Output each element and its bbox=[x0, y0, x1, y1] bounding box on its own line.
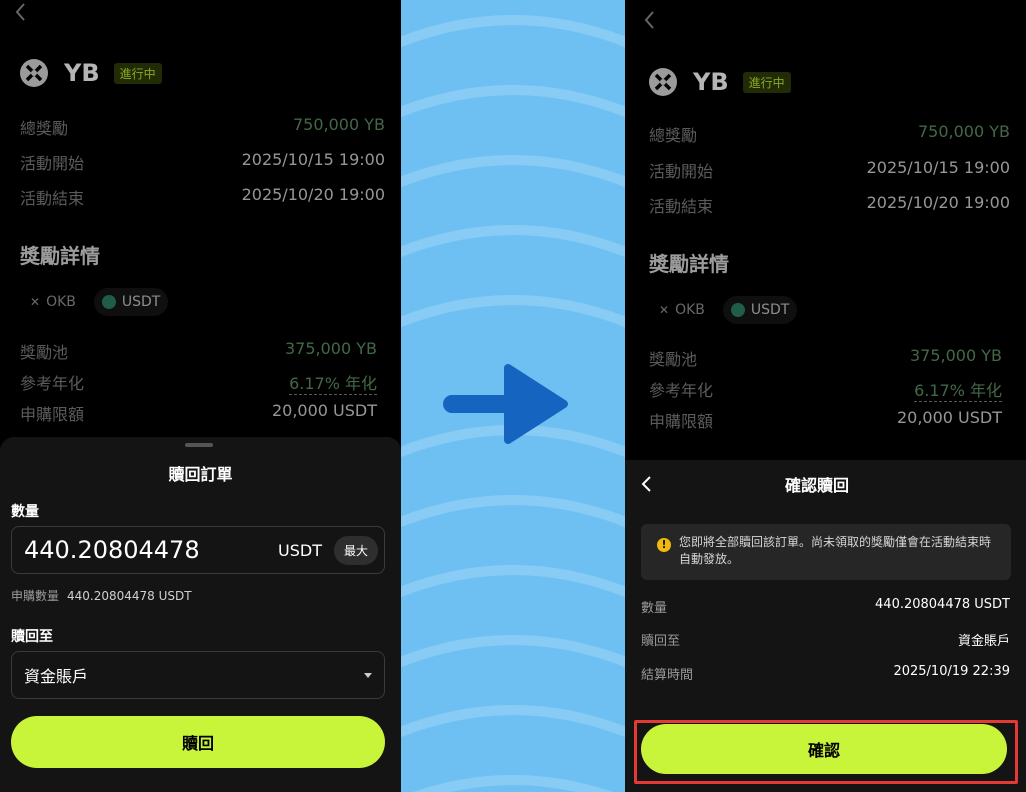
reward-chips: ✕ OKB USDT bbox=[22, 288, 169, 316]
info-label: 獎勵池 bbox=[20, 343, 69, 362]
info-value: 750,000 YB bbox=[918, 122, 1010, 141]
notice-text: 您即將全部贖回該訂單。尚未領取的獎勵僅會在活動結束時自動發放。 bbox=[679, 535, 992, 566]
redeem-order-sheet: 贖回訂單 數量 440.20804478 USDT 最大 申購數量 440.208… bbox=[0, 437, 401, 792]
sheet-title: 贖回訂單 bbox=[168, 465, 233, 484]
info-label: 活動結束 bbox=[20, 189, 85, 208]
subscribed-label: 申購數量 bbox=[11, 589, 60, 603]
info-row-pool: 獎勵池 375,000 YB bbox=[649, 346, 1002, 370]
info-label: 參考年化 bbox=[20, 374, 85, 393]
subscribed-value: 440.20804478 USDT bbox=[67, 589, 192, 603]
info-value: 2025/10/20 19:00 bbox=[866, 193, 1010, 212]
confirm-redeem-sheet: 確認贖回 ! 您即將全部贖回該訂單。尚未領取的獎勵僅會在活動結束時自動發放。 數… bbox=[625, 460, 1026, 792]
info-row-apy: 參考年化 6.17% 年化 bbox=[649, 377, 1002, 402]
redeem-to-label: 贖回至 bbox=[11, 629, 53, 645]
info-label: 獎勵池 bbox=[649, 350, 698, 369]
usdt-icon bbox=[101, 295, 116, 309]
info-row-limit: 申購限額 20,000 USDT bbox=[20, 401, 377, 425]
usdt-icon bbox=[730, 303, 745, 317]
chip-label: USDT bbox=[121, 294, 161, 310]
info-value: 750,000 YB bbox=[293, 115, 385, 134]
amount-unit: USDT bbox=[278, 540, 322, 560]
confirm-value: 440.20804478 USDT bbox=[875, 597, 1010, 612]
info-row-limit: 申購限額 20,000 USDT bbox=[649, 408, 1002, 432]
info-row-apy: 參考年化 6.17% 年化 bbox=[20, 370, 377, 395]
info-value: 375,000 YB bbox=[910, 346, 1002, 365]
warning-notice: ! 您即將全部贖回該訂單。尚未領取的獎勵僅會在活動結束時自動發放。 bbox=[641, 524, 1011, 580]
status-badge: 進行中 bbox=[742, 71, 791, 93]
confirm-row-redeem-to: 贖回至 資金賬戶 bbox=[641, 630, 1010, 649]
token-name: YB bbox=[693, 68, 729, 96]
confirm-value: 2025/10/19 22:39 bbox=[893, 664, 1010, 679]
back-icon[interactable] bbox=[14, 2, 32, 26]
info-label: 申購限額 bbox=[20, 405, 85, 424]
info-value: 375,000 YB bbox=[285, 339, 377, 358]
info-value: 6.17% 年化 bbox=[289, 370, 377, 395]
token-header: YB 進行中 bbox=[20, 59, 162, 87]
confirm-value: 資金賬戶 bbox=[957, 634, 1010, 649]
redeem-button[interactable]: 贖回 bbox=[11, 716, 385, 768]
amount-label: 數量 bbox=[11, 504, 39, 520]
section-title-rewards: 獎勵詳情 bbox=[649, 252, 729, 276]
reward-chips: ✕ OKB USDT bbox=[651, 296, 798, 324]
confirm-row-settlement: 結算時間 2025/10/19 22:39 bbox=[641, 664, 1010, 683]
left-screen: YB 進行中 總獎勵 750,000 YB 活動開始 2025/10/15 19… bbox=[0, 0, 401, 792]
confirm-label: 數量 bbox=[641, 601, 668, 616]
chip-usdt[interactable]: USDT bbox=[722, 296, 798, 324]
sheet-drag-handle[interactable] bbox=[185, 443, 213, 447]
confirm-row-amount: 數量 440.20804478 USDT bbox=[641, 597, 1010, 616]
info-label: 參考年化 bbox=[649, 381, 714, 400]
info-value: 20,000 USDT bbox=[271, 401, 377, 420]
highlight-frame bbox=[634, 720, 1018, 784]
chevron-left-icon[interactable] bbox=[639, 474, 653, 494]
okb-icon: ✕ bbox=[30, 295, 41, 309]
yb-logo-icon bbox=[20, 59, 48, 87]
back-icon[interactable] bbox=[643, 10, 661, 34]
chip-label: OKB bbox=[675, 302, 705, 318]
amount-input[interactable]: 440.20804478 USDT 最大 bbox=[11, 526, 385, 574]
info-label: 活動開始 bbox=[20, 154, 85, 173]
confirm-label: 贖回至 bbox=[641, 634, 681, 649]
arrow-right-icon bbox=[443, 364, 568, 444]
sheet-title: 確認贖回 bbox=[785, 476, 850, 495]
info-row-pool: 獎勵池 375,000 YB bbox=[20, 339, 377, 363]
subscribed-amount: 申購數量 440.20804478 USDT bbox=[11, 587, 192, 604]
info-row-end: 活動結束 2025/10/20 19:00 bbox=[20, 185, 385, 209]
okb-icon: ✕ bbox=[659, 303, 670, 317]
info-value: 2025/10/15 19:00 bbox=[866, 158, 1010, 177]
redeem-to-value: 資金賬戶 bbox=[24, 667, 89, 686]
warning-icon: ! bbox=[657, 538, 671, 552]
status-badge: 進行中 bbox=[113, 62, 162, 84]
chip-label: USDT bbox=[750, 302, 790, 318]
info-label: 活動結束 bbox=[649, 197, 714, 216]
section-title-rewards: 獎勵詳情 bbox=[20, 244, 100, 268]
caret-down-icon bbox=[364, 672, 372, 678]
chip-usdt[interactable]: USDT bbox=[93, 288, 169, 316]
info-label: 總獎勵 bbox=[649, 126, 698, 145]
chip-okb[interactable]: ✕ OKB bbox=[651, 296, 713, 324]
token-name: YB bbox=[64, 59, 100, 87]
confirm-label: 結算時間 bbox=[641, 668, 694, 683]
info-value: 6.17% 年化 bbox=[914, 377, 1002, 402]
yb-logo-icon bbox=[649, 68, 677, 96]
chip-label: OKB bbox=[46, 294, 76, 310]
info-label: 總獎勵 bbox=[20, 119, 69, 138]
redeem-to-select[interactable]: 資金賬戶 bbox=[11, 651, 385, 699]
info-value: 2025/10/20 19:00 bbox=[241, 185, 385, 204]
right-screen: YB 進行中 總獎勵 750,000 YB 活動開始 2025/10/15 19… bbox=[625, 0, 1026, 792]
info-value: 20,000 USDT bbox=[896, 408, 1002, 427]
info-row-start: 活動開始 2025/10/15 19:00 bbox=[649, 158, 1010, 182]
info-row-total-reward: 總獎勵 750,000 YB bbox=[649, 122, 1010, 146]
max-button[interactable]: 最大 bbox=[333, 535, 378, 565]
info-label: 活動開始 bbox=[649, 162, 714, 181]
amount-value: 440.20804478 bbox=[24, 536, 200, 564]
info-row-end: 活動結束 2025/10/20 19:00 bbox=[649, 193, 1010, 217]
info-value: 2025/10/15 19:00 bbox=[241, 150, 385, 169]
chip-okb[interactable]: ✕ OKB bbox=[22, 288, 84, 316]
info-row-total-reward: 總獎勵 750,000 YB bbox=[20, 115, 385, 139]
token-header: YB 進行中 bbox=[649, 68, 791, 96]
info-row-start: 活動開始 2025/10/15 19:00 bbox=[20, 150, 385, 174]
info-label: 申購限額 bbox=[649, 412, 714, 431]
